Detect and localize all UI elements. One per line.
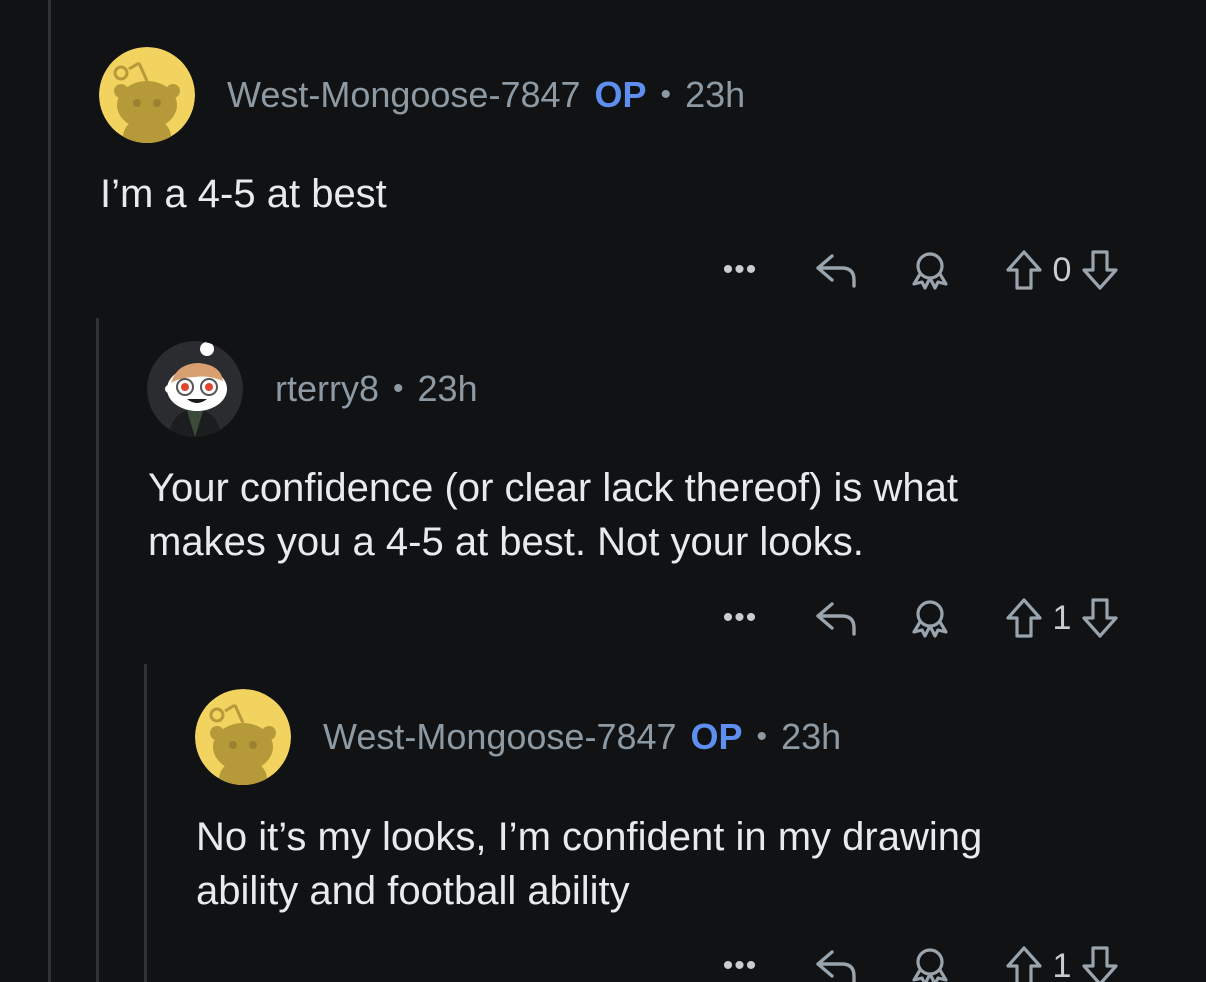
snoo-yellow-avatar[interactable]: [195, 689, 291, 785]
comment-header: West-Mongoose-7847 OP • 23h: [99, 47, 745, 143]
comment-meta: West-Mongoose-7847 OP • 23h: [227, 74, 745, 116]
reply-icon: [816, 602, 856, 636]
comment-meta: West-Mongoose-7847 OP • 23h: [323, 716, 841, 758]
more-icon: •••: [722, 601, 758, 634]
comment-header: rterry8 • 23h: [147, 341, 478, 437]
upvote-button[interactable]: [1004, 248, 1044, 292]
comment-2: rterry8 • 23h Your confidence (or clear …: [0, 318, 1206, 664]
reply-icon: [816, 254, 856, 288]
vote-count: 0: [1052, 250, 1072, 289]
op-badge: OP: [690, 716, 743, 757]
meta-separator: •: [660, 78, 672, 111]
comment-body: No it’s my looks, I’m confident in my dr…: [196, 815, 983, 913]
upvote-icon: [1006, 598, 1042, 638]
downvote-button[interactable]: [1080, 944, 1120, 982]
comment-meta: rterry8 • 23h: [275, 368, 478, 410]
vote-count: 1: [1052, 946, 1072, 982]
meta-separator: •: [393, 372, 404, 405]
more-icon: •••: [722, 949, 758, 982]
award-button[interactable]: [908, 596, 952, 640]
comment-body: Your confidence (or clear lack thereof) …: [148, 466, 959, 564]
more-options-button[interactable]: •••: [718, 949, 762, 982]
comment-body: I’m a 4-5 at best: [100, 172, 387, 216]
timestamp: 23h: [685, 74, 746, 115]
meta-separator: •: [756, 720, 768, 753]
upvote-button[interactable]: [1004, 596, 1044, 640]
username[interactable]: West-Mongoose-7847: [323, 716, 677, 758]
award-icon: [912, 948, 948, 982]
snoo-yellow-avatar[interactable]: [99, 47, 195, 143]
award-icon: [912, 600, 948, 638]
comment-action-bar: ••• 1: [718, 588, 1120, 648]
comment-thread: West-Mongoose-7847 OP • 23h I’m a 4-5 at…: [0, 0, 1206, 982]
award-icon: [912, 252, 948, 290]
username[interactable]: rterry8: [275, 368, 379, 410]
upvote-icon: [1006, 946, 1042, 982]
comment-action-bar: ••• 1: [718, 936, 1120, 982]
reply-icon: [816, 950, 856, 982]
reply-button[interactable]: [814, 946, 860, 982]
downvote-button[interactable]: [1080, 596, 1120, 640]
downvote-button[interactable]: [1080, 248, 1120, 292]
upvote-icon: [1006, 250, 1042, 290]
downvote-icon: [1082, 598, 1118, 638]
username[interactable]: West-Mongoose-7847: [227, 74, 581, 116]
more-options-button[interactable]: •••: [718, 601, 762, 635]
award-button[interactable]: [908, 248, 952, 292]
snoo-glasses-avatar[interactable]: [147, 341, 243, 437]
timestamp: 23h: [417, 368, 478, 409]
comment-header: West-Mongoose-7847 OP • 23h: [195, 689, 841, 785]
award-button[interactable]: [908, 944, 952, 982]
upvote-button[interactable]: [1004, 944, 1044, 982]
downvote-icon: [1082, 946, 1118, 982]
comment-1: West-Mongoose-7847 OP • 23h I’m a 4-5 at…: [0, 0, 1206, 318]
more-icon: •••: [722, 253, 758, 286]
comment-action-bar: ••• 0: [718, 240, 1120, 300]
timestamp: 23h: [781, 716, 842, 757]
reply-button[interactable]: [814, 250, 860, 290]
comment-3: West-Mongoose-7847 OP • 23h No it’s my l…: [0, 664, 1206, 982]
more-options-button[interactable]: •••: [718, 253, 762, 287]
op-badge: OP: [594, 74, 647, 115]
downvote-icon: [1082, 250, 1118, 290]
vote-count: 1: [1052, 598, 1072, 637]
reply-button[interactable]: [814, 598, 860, 638]
